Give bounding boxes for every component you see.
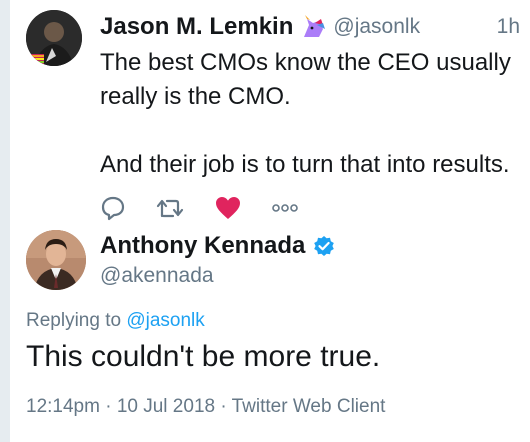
tweet-actions	[100, 192, 526, 224]
reply-tweet-text: This couldn't be more true.	[26, 340, 381, 373]
avatar-image	[26, 230, 86, 290]
tweet-detail-view: Jason M. Lemkin @jasonlk 1h The best CMO…	[0, 0, 530, 442]
avatar-image	[26, 10, 82, 66]
verified-badge-icon	[313, 235, 335, 257]
heart-icon	[216, 197, 240, 219]
parent-tweet-text: The best CMOs know the CEO usually reall…	[100, 46, 526, 182]
reply-author: Anthony Kennada @akennada	[100, 230, 335, 288]
tweet-timestamp[interactable]: 1h	[497, 15, 526, 39]
more-button[interactable]	[272, 203, 298, 213]
author-handle[interactable]: @jasonlk	[333, 15, 420, 39]
avatar[interactable]	[26, 10, 82, 66]
left-rail	[0, 0, 10, 442]
avatar[interactable]	[26, 230, 86, 290]
author-handle[interactable]: @akennada	[100, 264, 335, 288]
reply-icon	[101, 196, 125, 221]
retweet-icon	[156, 199, 184, 218]
author-name[interactable]: Anthony Kennada	[100, 232, 305, 260]
unicorn-icon	[301, 15, 327, 39]
parent-tweet-content: Jason M. Lemkin @jasonlk 1h The best CMO…	[100, 10, 526, 224]
tweet-paragraph: And their job is to turn that into resul…	[100, 151, 510, 178]
like-button[interactable]	[214, 195, 242, 221]
reply-button[interactable]	[100, 195, 126, 221]
tweet-paragraph: The best CMOs know the CEO usually reall…	[100, 49, 511, 110]
author-name-row: Anthony Kennada	[100, 230, 335, 262]
author-name[interactable]: Jason M. Lemkin	[100, 13, 293, 41]
replying-to-line: Replying to @jasonlk	[26, 310, 205, 332]
parent-tweet-header: Jason M. Lemkin @jasonlk 1h	[100, 10, 526, 44]
replying-to-mention-link[interactable]: @jasonlk	[126, 310, 204, 331]
replying-to-label: Replying to	[26, 310, 122, 331]
retweet-button[interactable]	[156, 196, 184, 220]
more-icon	[272, 204, 298, 212]
tweet-meta: 12:14pm · 10 Jul 2018 · Twitter Web Clie…	[26, 396, 386, 417]
